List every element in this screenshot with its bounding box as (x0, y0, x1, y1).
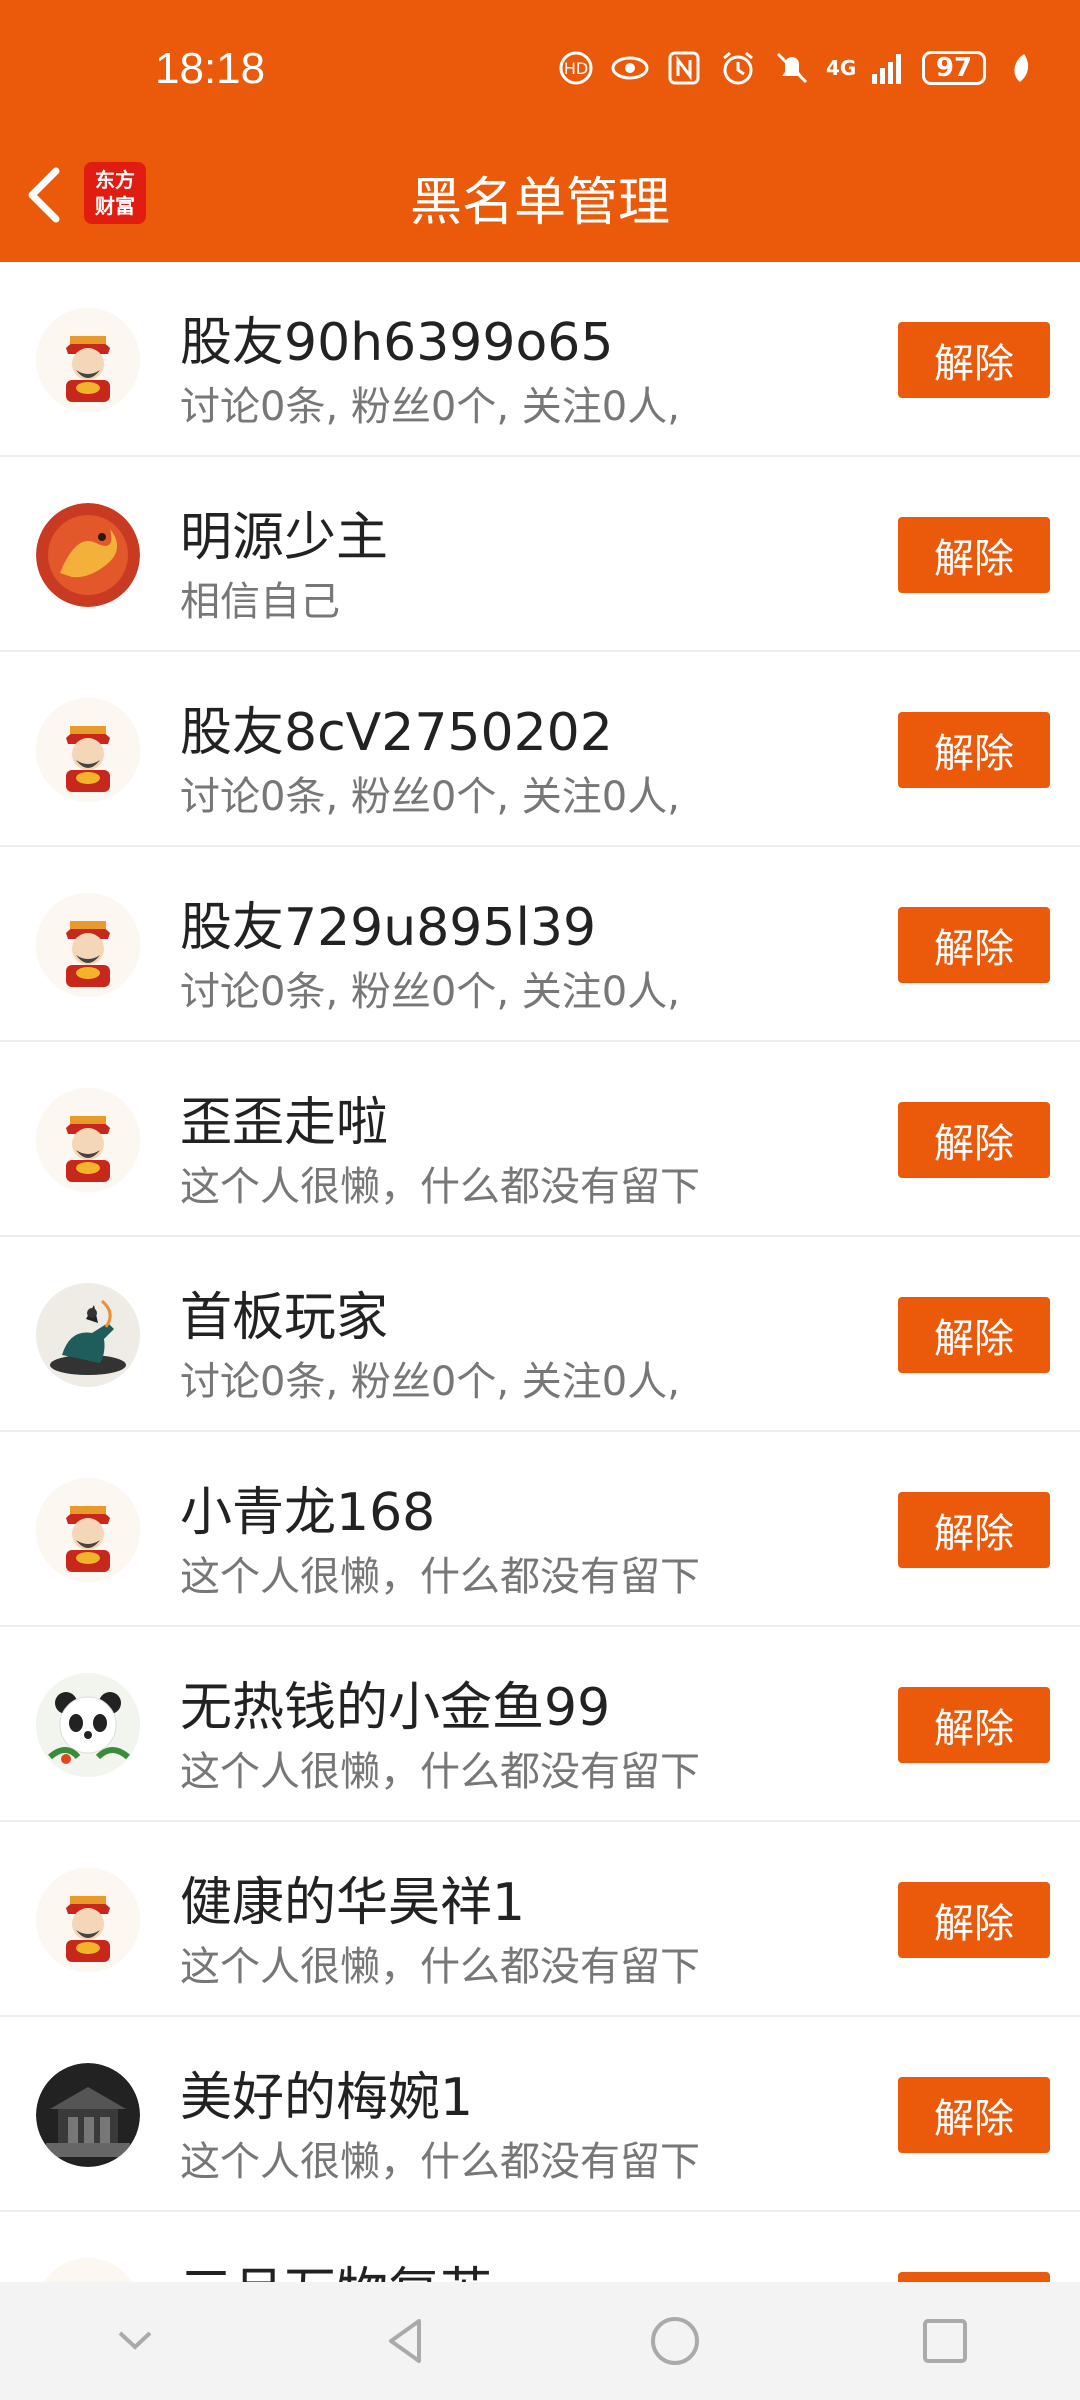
blacklist-row[interactable]: 无热钱的小金鱼99 这个人很懒，什么都没有留下 解除 (0, 1627, 1080, 1822)
unblock-button[interactable]: 解除 (898, 1687, 1050, 1763)
nav-recents-button[interactable] (905, 2301, 985, 2381)
unblock-button[interactable]: 解除 (898, 322, 1050, 398)
building-avatar[interactable] (36, 2063, 140, 2167)
caishen-avatar[interactable] (36, 308, 140, 412)
user-description: 讨论0条, 粉丝0个, 关注0人, (180, 384, 680, 430)
user-description: 这个人很懒，什么都没有留下 (180, 1554, 700, 1600)
caishen-avatar[interactable] (36, 1478, 140, 1582)
nfc-icon (664, 48, 704, 88)
blacklist-row[interactable]: 美好的梅婉1 这个人很懒，什么都没有留下 解除 (0, 2017, 1080, 2212)
blacklist-row[interactable]: 健康的华昊祥1 这个人很懒，什么都没有留下 解除 (0, 1822, 1080, 2017)
unblock-button[interactable]: 解除 (898, 1297, 1050, 1373)
user-description: 这个人很懒，什么都没有留下 (180, 1164, 700, 1210)
user-description: 这个人很懒，什么都没有留下 (180, 1749, 700, 1795)
user-name: 小青龙168 (180, 1483, 436, 1543)
svg-text:HD: HD (564, 59, 588, 78)
caishen-avatar[interactable] (36, 1868, 140, 1972)
unblock-button[interactable]: 解除 (898, 2272, 1050, 2282)
chevron-down-icon (118, 2331, 152, 2350)
blacklist-row[interactable]: 歪歪走啦这个人很懒，什么都没有留下 解除 (0, 1042, 1080, 1237)
user-name: 股友90h6399o65 (180, 313, 614, 373)
blacklist-row[interactable]: 股友90h6399o65 讨论0条, 粉丝0个, 关注0人, 解除 (0, 262, 1080, 457)
nav-home-button[interactable] (635, 2301, 715, 2381)
unblock-button[interactable]: 解除 (898, 1492, 1050, 1568)
horse-rider-avatar[interactable] (36, 1283, 140, 1387)
leaf-icon (1000, 48, 1040, 88)
system-nav-bar (0, 2282, 1080, 2400)
unblock-button[interactable]: 解除 (898, 2077, 1050, 2153)
user-name: 三月万物复苏 (180, 2250, 492, 2282)
user-name: 美好的梅婉1 (180, 2068, 474, 2128)
unblock-button[interactable]: 解除 (898, 907, 1050, 983)
top-bar: 18:18 HD 4G 97 东方 财富 黑名单管理 (0, 0, 1080, 262)
user-name: 首板玩家 (180, 1288, 389, 1348)
unblock-button[interactable]: 解除 (898, 1102, 1050, 1178)
caishen-avatar[interactable] (36, 2258, 140, 2282)
triangle-back-icon (389, 2319, 421, 2363)
user-name: 股友729u895l39 (180, 898, 597, 958)
caishen-avatar[interactable] (36, 1088, 140, 1192)
user-description: 相信自己 (180, 579, 340, 625)
blacklist-list: 股友90h6399o65 讨论0条, 粉丝0个, 关注0人, 解除 明源少主 相信自己解… (0, 262, 1080, 2282)
blacklist-row[interactable]: 三月万物复苏解除 (0, 2212, 1080, 2282)
square-recents-icon (923, 2319, 967, 2363)
unblock-button[interactable]: 解除 (898, 517, 1050, 593)
status-time: 18:18 (155, 44, 266, 93)
nav-back-button[interactable] (365, 2301, 445, 2381)
blacklist-row[interactable]: 小青龙168 这个人很懒，什么都没有留下 解除 (0, 1432, 1080, 1627)
user-description: 这个人很懒，什么都没有留下 (180, 2139, 700, 2185)
panda-avatar[interactable] (36, 1673, 140, 1777)
user-name: 健康的华昊祥1 (180, 1873, 526, 1933)
user-name: 无热钱的小金鱼99 (180, 1678, 611, 1738)
battery-level: 97 (922, 51, 986, 85)
eye-icon (610, 48, 650, 88)
user-description: 讨论0条, 粉丝0个, 关注0人, (180, 774, 680, 820)
dragon-avatar[interactable] (36, 503, 140, 607)
user-description: 讨论0条, 粉丝0个, 关注0人, (180, 969, 680, 1015)
hd-call-icon: HD (556, 48, 596, 88)
user-description: 讨论0条, 粉丝0个, 关注0人, (180, 1359, 680, 1405)
unblock-button[interactable]: 解除 (898, 712, 1050, 788)
caishen-avatar[interactable] (36, 893, 140, 997)
nav-hide-button[interactable] (95, 2301, 175, 2381)
blacklist-row[interactable]: 明源少主相信自己 解除 (0, 457, 1080, 652)
status-icons: HD 4G 97 (556, 48, 1040, 88)
user-description: 这个人很懒，什么都没有留下 (180, 1944, 700, 1990)
caishen-avatar[interactable] (36, 698, 140, 802)
page-title: 黑名单管理 (409, 173, 670, 233)
alarm-icon (718, 48, 758, 88)
circle-home-icon (651, 2317, 699, 2365)
mute-bell-icon (772, 48, 812, 88)
signal-icon (868, 48, 908, 88)
user-name: 股友8cV2750202 (180, 703, 613, 763)
user-name: 歪歪走啦 (180, 1093, 389, 1153)
blacklist-row[interactable]: 股友729u895l39 讨论0条, 粉丝0个, 关注0人, 解除 (0, 847, 1080, 1042)
blacklist-row[interactable]: 首板玩家讨论0条, 粉丝0个, 关注0人, 解除 (0, 1237, 1080, 1432)
blacklist-row[interactable]: 股友8cV2750202 讨论0条, 粉丝0个, 关注0人, 解除 (0, 652, 1080, 847)
network-type: 4G (826, 56, 857, 80)
user-name: 明源少主 (180, 508, 389, 568)
unblock-button[interactable]: 解除 (898, 1882, 1050, 1958)
